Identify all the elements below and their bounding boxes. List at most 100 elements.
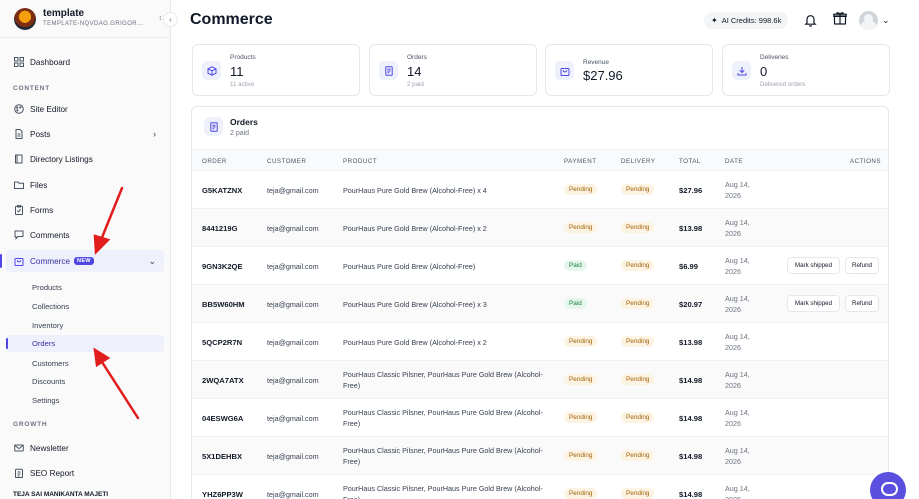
ai-credits-label: AI Credits: 998.6k — [721, 16, 782, 25]
sidebar-item-label: Newsletter — [30, 443, 69, 453]
delivery-status-badge: Pending — [621, 298, 655, 309]
column-header-product: PRODUCT — [343, 158, 378, 165]
sidebar-item-newsletter[interactable]: Newsletter — [6, 437, 164, 459]
section-label-growth: GROWTH — [13, 421, 48, 428]
sidebar-item-label: Comments — [30, 230, 70, 240]
order-id[interactable]: 8441219G — [202, 224, 237, 233]
payment-status-badge: Pending — [564, 336, 598, 347]
sidebar-item-commerce[interactable]: Commerce NEW ⌄ — [0, 250, 164, 272]
order-id[interactable]: 5X1DEHBX — [202, 452, 242, 461]
product-name: PourHaus Classic Pilsner, PourHaus Pure … — [343, 408, 543, 428]
page-title: Commerce — [190, 11, 273, 28]
sidebar-subitem-settings[interactable]: Settings — [6, 392, 164, 409]
sidebar-item-directory-listings[interactable]: Directory Listings — [6, 148, 164, 170]
table-row[interactable]: YHZ6PP3W teja@gmail.com PourHaus Classic P… — [192, 475, 888, 499]
stat-label: Orders — [407, 54, 427, 61]
order-id[interactable]: BB5W60HM — [202, 300, 245, 309]
order-id[interactable]: 04ESWG6A — [202, 414, 243, 423]
sidebar-item-label: Posts — [30, 129, 51, 139]
table-row[interactable]: 04ESWG6A teja@gmail.com PourHaus Classic P… — [192, 399, 888, 437]
sidebar-subitem-discounts[interactable]: Discounts — [6, 373, 164, 390]
sidebar-item-comments[interactable]: Comments — [6, 224, 164, 246]
column-header-actions: ACTIONS — [850, 158, 882, 165]
column-header-total: TOTAL — [679, 158, 701, 165]
table-row[interactable]: 8441219G teja@gmail.com PourHaus Pure Gold… — [192, 209, 888, 247]
sidebar-item-label: Site Editor — [30, 104, 68, 114]
order-total: $13.98 — [679, 338, 703, 347]
palette-icon — [14, 104, 24, 114]
sidebar-item-dashboard[interactable]: Dashboard — [6, 51, 164, 73]
sidebar-item-posts[interactable]: Posts › — [6, 123, 164, 145]
payment-status-badge: Pending — [564, 450, 598, 461]
orders-card-subtitle: 2 paid — [230, 130, 250, 137]
sidebar-item-site-editor[interactable]: Site Editor — [6, 98, 164, 120]
sidebar-subitem-orders[interactable]: Orders — [6, 335, 164, 352]
report-icon — [14, 468, 24, 478]
workspace-switcher[interactable]: template TEMPLATE-NQVDAG.GRIGOR... ↕ ‹ — [0, 0, 178, 38]
book-icon — [14, 154, 24, 164]
customer-email: teja@gmail.com — [267, 186, 319, 195]
sidebar-subitem-products[interactable]: Products — [6, 279, 164, 296]
table-row[interactable]: 9GN3K2QE teja@gmail.com PourHaus Pure Gold… — [192, 247, 888, 285]
workspace-domain: TEMPLATE-NQVDAG.GRIGOR... — [43, 21, 144, 27]
sidebar-item-files[interactable]: Files — [6, 174, 164, 196]
table-row[interactable]: 5QCP2R7N teja@gmail.com PourHaus Pure Gold… — [192, 323, 888, 361]
table-row[interactable]: BB5W60HM teja@gmail.com PourHaus Pure Gold… — [192, 285, 888, 323]
column-header-date: DATE — [725, 158, 744, 165]
column-header-order: ORDER — [202, 158, 227, 165]
sidebar-item-label: Commerce — [30, 256, 71, 266]
sidebar-item-forms[interactable]: Forms — [6, 199, 164, 221]
delivery-status-badge: Pending — [621, 184, 655, 195]
stat-value: 0 — [760, 64, 768, 79]
order-id[interactable]: G5KATZNX — [202, 186, 242, 195]
stat-subtext: Delivered orders — [760, 81, 806, 88]
section-label-content: CONTENT — [13, 85, 51, 92]
mark-shipped-button[interactable]: Mark shipped — [787, 257, 840, 274]
magic-wand-icon: ✦ — [711, 16, 718, 25]
sidebar-item-label: SEO Report — [30, 468, 75, 478]
download-icon — [732, 61, 751, 80]
payment-status-badge: Pending — [564, 222, 598, 233]
table-row[interactable]: 2WQA7ATX teja@gmail.com PourHaus Classic P… — [192, 361, 888, 399]
bell-icon[interactable] — [804, 13, 817, 27]
order-id[interactable]: 9GN3K2QE — [202, 262, 243, 271]
customer-email: teja@gmail.com — [267, 414, 319, 423]
avatar[interactable] — [859, 11, 878, 30]
mark-shipped-button[interactable]: Mark shipped — [787, 295, 840, 312]
product-name: PourHaus Pure Gold Brew (Alcohol-Free) x… — [343, 300, 487, 309]
order-date: Aug 14, 2026 — [725, 408, 750, 428]
stat-subtext: 2 paid — [407, 81, 424, 88]
stat-card-revenue: Revenue $27.96 — [545, 44, 713, 96]
comment-icon — [14, 230, 24, 240]
sidebar-subitem-inventory[interactable]: Inventory — [6, 317, 164, 334]
table-row[interactable]: 5X1DEHBX teja@gmail.com PourHaus Classic P… — [192, 437, 888, 475]
mail-icon — [14, 443, 24, 453]
sidebar-item-label: Files — [30, 180, 48, 190]
chevron-updown-icon: ↕ — [158, 15, 163, 22]
sidebar-item-seo-report[interactable]: SEO Report — [6, 462, 164, 484]
order-id[interactable]: 2WQA7ATX — [202, 376, 244, 385]
user-account-name[interactable]: TEJA SAI MANIKANTA MAJETI — [13, 491, 108, 498]
payment-status-badge: Pending — [564, 488, 598, 499]
payment-status-badge: Pending — [564, 412, 598, 423]
order-id[interactable]: 5QCP2R7N — [202, 338, 242, 347]
customer-email: teja@gmail.com — [267, 262, 319, 271]
box-icon — [202, 61, 221, 80]
order-id[interactable]: YHZ6PP3W — [202, 490, 243, 499]
chevron-down-icon[interactable]: ⌄ — [882, 15, 890, 26]
sidebar-subitem-collections[interactable]: Collections — [6, 298, 164, 315]
ai-credits-badge[interactable]: ✦ AI Credits: 998.6k — [704, 12, 789, 29]
product-name: PourHaus Classic Pilsner, PourHaus Pure … — [343, 446, 543, 466]
order-total: $14.98 — [679, 490, 703, 499]
bag-icon — [14, 256, 24, 266]
refund-button[interactable]: Refund — [845, 257, 879, 274]
stat-subtext: 11 active — [230, 81, 255, 88]
grid-icon — [14, 57, 24, 67]
sidebar-subitem-customers[interactable]: Customers — [6, 355, 164, 372]
payment-status-badge: Paid — [564, 260, 587, 271]
sidebar: template TEMPLATE-NQVDAG.GRIGOR... ↕ ‹ D… — [0, 0, 178, 499]
refund-button[interactable]: Refund — [845, 295, 879, 312]
customer-email: teja@gmail.com — [267, 338, 319, 347]
table-row[interactable]: G5KATZNX teja@gmail.com PourHaus Pure Gold… — [192, 171, 888, 209]
gift-icon[interactable] — [833, 11, 847, 25]
